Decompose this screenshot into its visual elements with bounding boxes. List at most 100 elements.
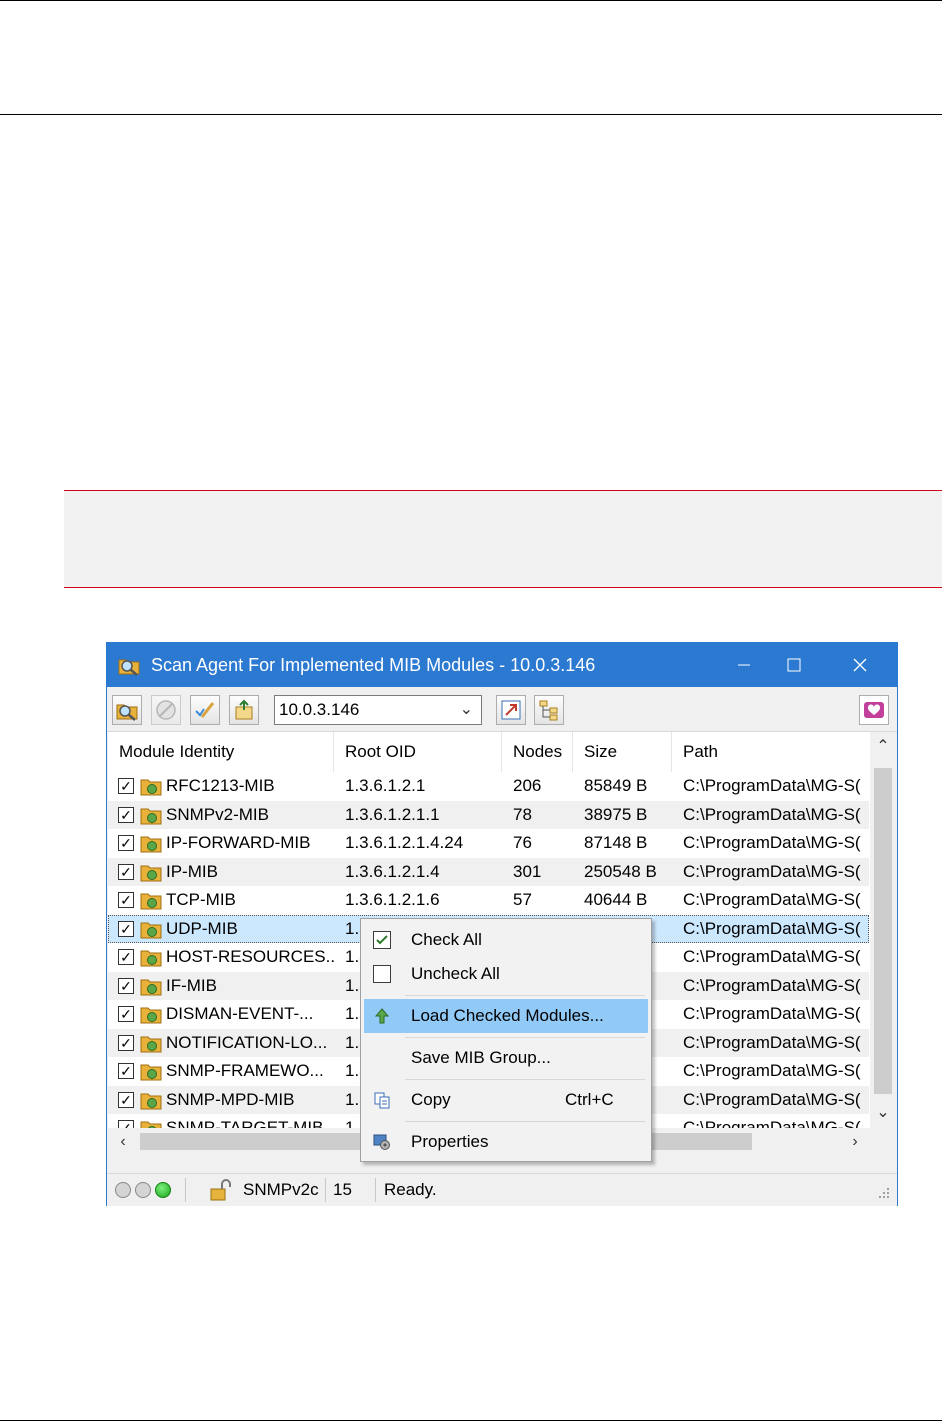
- path-cell: C:\ProgramData\MG-S(: [683, 975, 861, 995]
- size-cell: 250548 B: [584, 861, 657, 881]
- module-name: HOST-RESOURCES...: [166, 947, 334, 966]
- title-bar: Scan Agent For Implemented MIB Modules -…: [107, 643, 897, 687]
- module-name: SNMP-FRAMEWO...: [166, 1061, 324, 1080]
- chevron-down-icon[interactable]: ⌄: [460, 699, 473, 719]
- module-identity-cell: ✓ SNMPv2-MIB: [108, 801, 334, 830]
- column-header-nodes[interactable]: Nodes: [502, 732, 573, 772]
- row-checkbox[interactable]: ✓: [118, 892, 134, 908]
- menu-item-label: Load Checked Modules...: [411, 1006, 604, 1025]
- row-checkbox[interactable]: ✓: [118, 835, 134, 851]
- column-header-root-oid[interactable]: Root OID: [334, 732, 502, 772]
- menu-item-uncheck-all[interactable]: Uncheck All: [364, 957, 648, 991]
- column-header-module-identity[interactable]: Module Identity: [108, 732, 334, 772]
- row-checkbox[interactable]: ✓: [118, 949, 134, 965]
- module-identity-cell: ✓ UDP-MIB: [108, 915, 334, 944]
- export-button[interactable]: [229, 695, 259, 725]
- scroll-up-icon[interactable]: ⌃: [870, 732, 896, 762]
- note-box: [64, 490, 942, 588]
- row-checkbox[interactable]: ✓: [118, 1063, 134, 1079]
- module-identity-cell: ✓ IF-MIB: [108, 972, 334, 1001]
- status-message: Ready.: [384, 1180, 437, 1199]
- column-header-path[interactable]: Path: [672, 732, 869, 772]
- edit-button[interactable]: [190, 695, 220, 725]
- row-checkbox[interactable]: ✓: [118, 1034, 134, 1051]
- scan-agent-app-icon: [118, 659, 140, 676]
- nodes-cell: 78: [513, 804, 532, 824]
- minimize-button[interactable]: [721, 643, 767, 687]
- load-arrow-icon: [374, 1008, 390, 1024]
- root-oid-cell: 1.3.6.1.2.1: [345, 776, 426, 795]
- column-header-size[interactable]: Size: [573, 732, 672, 772]
- nodes-cell: 206: [513, 776, 542, 795]
- module-name: SNMP-MPD-MIB: [166, 1089, 295, 1109]
- module-name: IF-MIB: [166, 975, 217, 995]
- resize-grip-icon[interactable]: [877, 1186, 891, 1200]
- scroll-right-icon[interactable]: ›: [840, 1128, 870, 1155]
- size-cell: 40644 B: [584, 890, 648, 909]
- status-led-off-icon: [115, 1182, 131, 1198]
- root-oid-cell: 1.3.6.1.2.1.1: [345, 804, 440, 824]
- root-oid-cell: 1.3.6.1.2.1.6: [345, 890, 440, 909]
- agent-address-value: 10.0.3.146: [279, 700, 360, 719]
- table-row[interactable]: ✓ TCP-MIB 1.3.6.1.2.1.6 57 40644 B C:\Program…: [108, 886, 869, 915]
- mib-module-folder-icon: [140, 1036, 162, 1052]
- pencil-check-icon: [195, 702, 215, 718]
- window-title: Scan Agent For Implemented MIB Modules -…: [151, 655, 596, 675]
- scroll-left-icon[interactable]: ‹: [108, 1128, 138, 1155]
- root-oid-cell: 1.3.6.1.2.1.4: [345, 861, 440, 881]
- agent-address-combobox[interactable]: 10.0.3.146 ⌄: [274, 695, 482, 725]
- module-identity-cell: ✓ DISMAN-EVENT-...: [108, 1000, 334, 1029]
- module-identity-cell: ✓ NOTIFICATION-LO...: [108, 1029, 334, 1058]
- row-checkbox[interactable]: ✓: [118, 920, 134, 937]
- row-checkbox[interactable]: ✓: [118, 806, 134, 823]
- module-name: RFC1213-MIB: [166, 776, 275, 795]
- module-count: 15: [333, 1180, 352, 1199]
- module-name: SNMPv2-MIB: [166, 804, 269, 824]
- stop-icon: [156, 700, 176, 720]
- table-row[interactable]: ✓ IP-FORWARD-MIB 1.3.6.1.2.1.4.24 76 87148 B…: [108, 829, 869, 858]
- table-row[interactable]: ✓ IP-MIB 1.3.6.1.2.1.4 301 250548 B C:\Progra…: [108, 857, 869, 887]
- status-separator: [375, 1178, 376, 1202]
- export-icon: [235, 699, 253, 720]
- scan-button[interactable]: [112, 695, 142, 725]
- table-row[interactable]: ✓ SNMPv2-MIB 1.3.6.1.2.1.1 78 38975 B C:\Prog…: [108, 800, 869, 830]
- open-agent-button[interactable]: [496, 695, 526, 725]
- menu-item-load-checked-modules[interactable]: Load Checked Modules...: [364, 999, 648, 1033]
- scroll-down-icon[interactable]: ⌄: [870, 1098, 896, 1128]
- menu-item-properties[interactable]: Properties: [364, 1125, 648, 1159]
- toolbar: 10.0.3.146 ⌄: [107, 687, 897, 732]
- close-button[interactable]: [837, 643, 883, 687]
- menu-item-check-all[interactable]: Check All: [364, 923, 648, 957]
- table-row[interactable]: ✓ RFC1213-MIB 1.3.6.1.2.1 206 85849 B C:\Prog…: [108, 772, 869, 801]
- module-name: DISMAN-EVENT-...: [166, 1004, 314, 1023]
- module-name: IP-FORWARD-MIB: [166, 833, 311, 852]
- size-cell: 87148 B: [584, 833, 648, 852]
- help-button[interactable]: [859, 695, 889, 725]
- minimize-icon: [738, 664, 750, 666]
- mib-module-folder-icon: [140, 1064, 162, 1081]
- menu-item-label: Uncheck All: [411, 964, 500, 983]
- mib-module-folder-icon: [140, 950, 162, 967]
- vertical-scrollbar[interactable]: ⌃ ⌄: [870, 732, 896, 1128]
- menu-separator: [405, 995, 645, 996]
- row-checkbox[interactable]: ✓: [118, 863, 134, 880]
- nodes-cell: 57: [513, 890, 532, 909]
- path-cell: C:\ProgramData\MG-S(: [683, 947, 861, 966]
- tree-view-button[interactable]: [534, 695, 564, 725]
- path-cell: C:\ProgramData\MG-S(: [683, 861, 861, 881]
- menu-separator: [405, 1037, 645, 1038]
- menu-item-save-mib-group[interactable]: Save MIB Group...: [364, 1041, 648, 1075]
- properties-icon: [373, 1134, 390, 1150]
- row-checkbox[interactable]: ✓: [118, 1006, 134, 1022]
- module-identity-cell: ✓ IP-MIB: [108, 858, 334, 887]
- maximize-button[interactable]: [771, 643, 817, 687]
- row-checkbox[interactable]: ✓: [118, 1091, 134, 1108]
- mib-module-folder-icon: [140, 922, 162, 938]
- status-separator: [325, 1178, 326, 1202]
- mib-module-folder-icon: [140, 1007, 162, 1024]
- vertical-scroll-thumb[interactable]: [874, 768, 892, 1094]
- menu-item-copy[interactable]: Copy Ctrl+C: [364, 1083, 648, 1117]
- stop-button[interactable]: [151, 695, 181, 725]
- row-checkbox[interactable]: ✓: [118, 977, 134, 994]
- row-checkbox[interactable]: ✓: [118, 778, 134, 794]
